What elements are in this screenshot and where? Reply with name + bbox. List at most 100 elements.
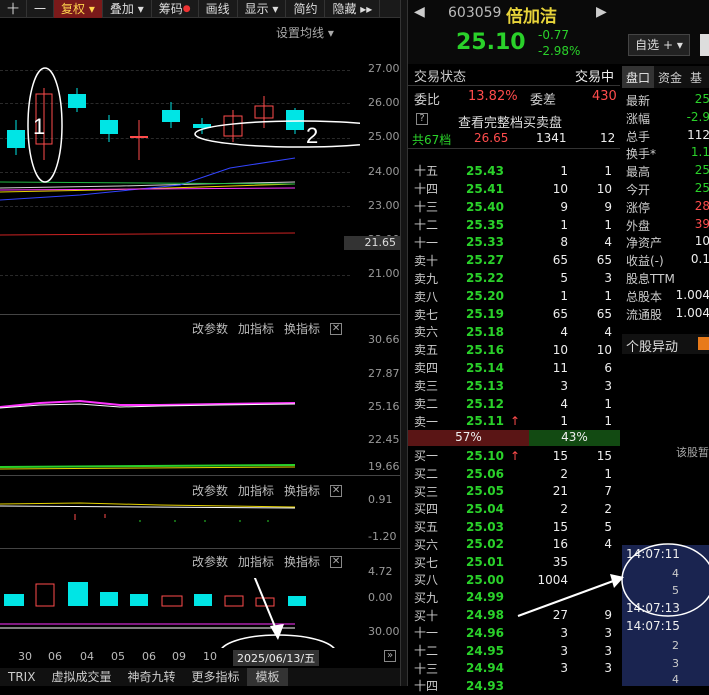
bid-change: 15 (596, 448, 612, 463)
bid-change: 3 (604, 661, 612, 676)
panel-splitter[interactable] (400, 0, 408, 686)
ind1-tick: 25.16 (368, 400, 400, 413)
tick-val: 3 (672, 657, 679, 670)
x-tick: 06 (142, 650, 156, 663)
bid-row[interactable]: 买四 25.04 2 2 (408, 500, 620, 518)
volume-svg (0, 578, 335, 648)
ask-row[interactable]: 卖一 25.11 1 1 ↑ (408, 413, 620, 431)
bid-price: 25.04 (466, 501, 504, 516)
overlay-dropdown[interactable]: 叠加 ▾ (103, 0, 152, 18)
hide-button[interactable]: 隐藏 ▸▸ (325, 0, 381, 18)
ask-row[interactable]: 十三 25.40 9 9 (408, 198, 620, 216)
ask-row[interactable]: 十二 25.35 1 1 (408, 216, 620, 234)
ask-row[interactable]: 卖五 25.16 10 10 (408, 341, 620, 359)
edit-params-button[interactable]: 改参数 (192, 482, 228, 499)
bid-volume: 3 (560, 643, 568, 658)
adjust-dropdown[interactable]: 复权 ▾ (54, 0, 103, 18)
full-book-row: ? 查看完整档买卖盘 (408, 110, 620, 131)
ask-change: 10 (596, 342, 612, 357)
crosshair-button[interactable]: 十 (0, 0, 28, 18)
ask-volume: 9 (560, 199, 568, 214)
ma-setting-dropdown[interactable]: 设置均线 ▾ (276, 24, 334, 41)
annotation-2-label: 2 (306, 123, 318, 148)
switch-indicator-button[interactable]: 换指标 (284, 320, 320, 337)
up-arrow-icon: ↑ (510, 414, 521, 429)
ask-label: 卖五 (414, 343, 439, 358)
close-icon[interactable]: ✕ (330, 484, 343, 497)
ask-row[interactable]: 卖四 25.14 11 6 (408, 359, 620, 377)
ask-row[interactable]: 十五 25.43 1 1 (408, 162, 620, 180)
edit-params-button[interactable]: 改参数 (192, 320, 228, 337)
simple-button[interactable]: 简约 (286, 0, 326, 18)
add-indicator-button[interactable]: 加指标 (238, 320, 274, 337)
draw-line-button[interactable]: 画线 (199, 0, 238, 18)
kline-chart-area[interactable]: 十 一 复权 ▾ 叠加 ▾ 筹码● 画线 显示 ▾ 简约 隐藏 ▸▸ 设置均线 … (0, 0, 400, 686)
ask-price: 25.40 (466, 199, 504, 214)
notify-dot-icon: ● (182, 3, 191, 14)
chips-button[interactable]: 筹码● (152, 0, 199, 18)
ask-volume: 1 (560, 217, 568, 232)
ask-price: 25.33 (466, 235, 504, 250)
tab-template[interactable]: 模板 (247, 668, 288, 686)
bid-label: 买八 (414, 573, 439, 588)
checkbox-icon[interactable] (698, 337, 709, 350)
ask-row[interactable]: 卖八 25.20 1 1 (408, 287, 620, 305)
x-tick: 10 (203, 650, 217, 663)
bid-row[interactable]: 买三 25.05 21 7 (408, 482, 620, 500)
minus-button[interactable]: 一 (27, 0, 55, 18)
bid-row[interactable]: 买五 25.03 15 5 (408, 518, 620, 536)
bid-row[interactable]: 买二 25.06 2 1 (408, 465, 620, 483)
tab-quote[interactable]: 盘口 (622, 66, 655, 88)
prev-stock-icon[interactable]: ◀ (414, 4, 425, 20)
bid-volume: 15 (552, 448, 568, 463)
ask-row[interactable]: 十一 25.33 8 4 (408, 234, 620, 252)
help-icon[interactable]: ? (416, 113, 428, 125)
display-dropdown[interactable]: 显示 ▾ (238, 0, 287, 18)
ask-row[interactable]: 十四 25.41 10 10 (408, 180, 620, 198)
tab-trix[interactable]: TRIX (0, 668, 43, 686)
side-info-value: 39 (694, 216, 709, 231)
ask-volume: 4 (560, 324, 568, 339)
tab-fundamental[interactable]: 基 (686, 66, 706, 88)
ind1-tick: 22.45 (368, 433, 400, 446)
close-icon[interactable]: ✕ (330, 555, 343, 568)
ask-label: 十五 (414, 164, 439, 179)
tab-capital[interactable]: 资金 (654, 66, 686, 88)
sell-pct: 43% (529, 430, 620, 446)
side-info-value: 1.004 (675, 287, 709, 302)
close-icon[interactable]: ✕ (330, 322, 343, 335)
ask-row[interactable]: 卖九 25.22 5 3 (408, 269, 620, 287)
bid-row[interactable]: 十二 24.95 3 3 (408, 642, 620, 660)
indicator-panel-2-actions: 改参数 加指标 换指标 ✕ (192, 482, 343, 499)
tab-more-indicators[interactable]: 更多指标 (183, 668, 247, 686)
side-info-value: 10 (694, 234, 709, 249)
ask-row[interactable]: 卖二 25.12 4 1 (408, 395, 620, 413)
ask-label: 卖一 (414, 414, 439, 429)
side-info-row: 涨停 28 (622, 199, 709, 216)
indicator-panel-3-actions: 改参数 加指标 换指标 ✕ (192, 553, 343, 570)
ask-row[interactable]: 卖六 25.18 4 4 (408, 323, 620, 341)
tab-virtual-volume[interactable]: 虚拟成交量 (43, 668, 119, 686)
ask-row[interactable]: 卖三 25.13 3 3 (408, 377, 620, 395)
menu-button[interactable] (700, 34, 709, 56)
edit-params-button[interactable]: 改参数 (192, 553, 228, 570)
tab-magic-nine[interactable]: 神奇九转 (119, 668, 183, 686)
bid-volume: 2 (560, 466, 568, 481)
side-info-row: 流通股 1.004 (622, 306, 709, 323)
expand-icon[interactable]: » (384, 650, 396, 662)
ind3-tick: 4.72 (368, 565, 393, 578)
switch-indicator-button[interactable]: 换指标 (284, 482, 320, 499)
watchlist-button[interactable]: 自选 + ▾ (628, 34, 690, 56)
ask-price: 25.35 (466, 217, 504, 232)
bid-row[interactable]: 十三 24.94 3 3 (408, 659, 620, 677)
ask-label: 十三 (414, 200, 439, 215)
add-indicator-button[interactable]: 加指标 (238, 482, 274, 499)
next-stock-icon[interactable]: ▶ (596, 4, 607, 20)
full-book-link[interactable]: 查看完整档买卖盘 (458, 112, 562, 131)
ask-row[interactable]: 卖七 25.19 65 65 (408, 305, 620, 323)
ask-row[interactable]: 卖十 25.27 65 65 (408, 252, 620, 270)
add-indicator-button[interactable]: 加指标 (238, 553, 274, 570)
bid-row[interactable]: 买一 25.10 15 15 ↑ (408, 447, 620, 465)
switch-indicator-button[interactable]: 换指标 (284, 553, 320, 570)
ratio-label: 委比 (414, 93, 441, 108)
